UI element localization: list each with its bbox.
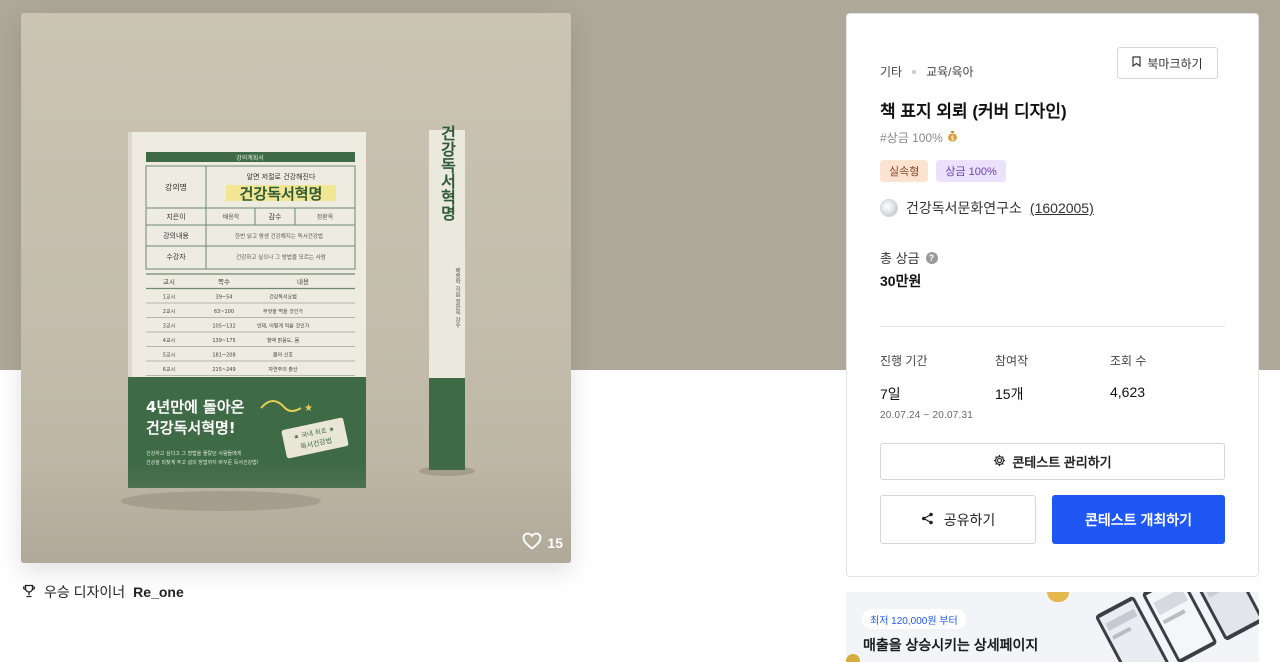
host-contest-label: 콘테스트 개최하기 <box>1085 511 1192 528</box>
stat-participants-value: 15개 <box>995 386 1024 402</box>
stat-participants: 참여작 15개 <box>995 352 1028 404</box>
cover-header-small: 강의계획서 <box>236 154 264 162</box>
schedule-cell: 1교시 <box>163 295 175 301</box>
stat-period-label: 진행 기간 <box>880 354 928 368</box>
prize-hashtag-text: #상금 100% <box>880 131 943 145</box>
host-contest-button[interactable]: 콘테스트 개최하기 <box>1052 495 1225 544</box>
breadcrumb-item-category[interactable]: 기타 <box>880 63 902 80</box>
cover-label-target: 수강자 <box>166 252 186 261</box>
ad-banner[interactable]: 최저 120,000원 부터 매출을 상승시키는 상세페이지 <box>846 592 1259 662</box>
like-count: 15 <box>547 534 563 551</box>
breadcrumb-item-subcategory[interactable]: 교육/육아 <box>926 63 974 80</box>
stat-views-label: 조회 수 <box>1110 354 1147 368</box>
prize-hashtag[interactable]: #상금 100% $ <box>880 129 958 146</box>
cover-band-desc-1: 건강하고 싶다고 그 방법을 몰랐던 사람들에게 <box>146 450 242 457</box>
winner-label: 우승 디자이너 <box>44 584 126 600</box>
trophy-icon <box>22 584 36 601</box>
artwork-floor-shading <box>21 463 571 563</box>
ad-headline: 매출을 상승시키는 상세페이지 <box>863 637 1039 653</box>
spine-title: 건강독서혁명 <box>438 125 457 222</box>
breadcrumb-separator <box>912 69 917 74</box>
schedule-cell: 5교시 <box>163 353 175 359</box>
ad-device-mockups <box>1095 592 1259 662</box>
gear-icon <box>993 454 1006 470</box>
manage-contest-button[interactable]: 콘테스트 관리하기 <box>880 443 1225 480</box>
cover-label-author: 지은이 <box>166 212 185 221</box>
schedule-cell: 39~54 <box>216 295 233 301</box>
cover-content-text: 한번 읽고 평생 건강해지는 독서건강법 <box>235 232 323 240</box>
schedule-cell: 무엇을 먹을 것인가 <box>263 308 303 315</box>
stat-views-value: 4,623 <box>1110 384 1146 400</box>
cover-author-name: 배용학 <box>223 213 240 221</box>
svg-text:★: ★ <box>304 403 313 414</box>
stat-views: 조회 수 4,623 <box>1110 352 1146 400</box>
schedule-header-cell: 쪽수 <box>218 278 230 286</box>
chip-prize-100: 상금 100% <box>936 160 1006 182</box>
cover-subtitle: 알면 저절로 건강해진다 <box>247 172 316 181</box>
schedule-cell: 105~132 <box>212 324 235 330</box>
total-prize-label-row: 총 상금 ? <box>880 248 938 267</box>
schedule-cell: 6교시 <box>163 367 175 373</box>
cover-label-content: 강의내용 <box>163 231 189 240</box>
contest-chips: 실속형 상금 100% <box>880 160 1006 182</box>
schedule-cell: 139~175 <box>212 338 235 344</box>
like-button[interactable]: 15 <box>522 532 563 553</box>
contest-info-card: 기타 교육/육아 북마크하기 책 표지 외뢰 (커버 디자인) #상금 100%… <box>846 13 1259 577</box>
divider <box>880 326 1225 327</box>
coin-decoration <box>1047 592 1069 602</box>
cover-band-headline-2: 건강독서혁명! <box>146 419 236 437</box>
cover-label-title: 강의명 <box>165 182 187 192</box>
host-profile[interactable]: 건강독서문화연구소 (1602005) <box>880 198 1094 218</box>
bookmark-label: 북마크하기 <box>1147 56 1203 71</box>
stat-period: 진행 기간 7일 20.07.24 ~ 20.07.31 <box>880 352 973 421</box>
avatar <box>880 199 898 217</box>
cover-supervisor-name: 정환옥 <box>317 213 334 221</box>
spine-author: 배용학 지음 정환옥 감수 <box>454 267 461 330</box>
total-prize-label: 총 상금 <box>880 251 920 266</box>
stat-period-value: 7일 <box>880 386 901 402</box>
schedule-cell: 언제, 어떻게 먹을 것인가 <box>257 323 310 330</box>
help-icon[interactable]: ? <box>925 251 938 264</box>
schedule-cell: 건강독서요법 <box>269 294 297 301</box>
chip-practical: 실속형 <box>880 160 929 182</box>
cover-label-supervisor: 감수 <box>269 213 282 221</box>
stat-period-range: 20.07.24 ~ 20.07.31 <box>880 410 974 421</box>
heart-icon <box>522 532 542 553</box>
schedule-cell: 3교시 <box>163 324 175 330</box>
bookmark-button[interactable]: 북마크하기 <box>1117 47 1218 79</box>
schedule-cell: 2교시 <box>163 309 175 315</box>
schedule-cell: 몸의 신호 <box>273 352 293 359</box>
winner-name[interactable]: Re_one <box>133 584 184 600</box>
cover-target-text: 건강하고 싶으나 그 방법을 모르는 사람 <box>236 253 326 261</box>
manage-contest-label: 콘테스트 관리하기 <box>1012 455 1112 470</box>
host-name: 건강독서문화연구소 <box>906 200 1022 216</box>
schedule-cell: 자연주의 출산 <box>268 366 298 373</box>
money-bag-icon: $ <box>947 130 958 145</box>
host-id-link[interactable]: (1602005) <box>1030 200 1094 216</box>
share-button[interactable]: 공유하기 <box>880 495 1036 544</box>
share-label: 공유하기 <box>943 511 996 528</box>
schedule-header-cell: 교시 <box>163 278 175 286</box>
winning-artwork-image[interactable]: 강의계획서 강의명 알면 저절로 건강해진다 건강독서혁명 지은이 배용학 감수… <box>21 13 571 563</box>
total-prize-value: 30만원 <box>880 273 922 289</box>
share-icon <box>921 512 934 528</box>
schedule-cell: 181~208 <box>212 353 235 359</box>
schedule-cell: 215~249 <box>212 367 235 373</box>
stat-participants-label: 참여작 <box>995 354 1029 368</box>
coin-decoration <box>846 654 860 662</box>
cover-band-headline-1: 4년만에 돌아온 <box>146 398 245 416</box>
bookmark-icon <box>1132 56 1141 70</box>
svg-text:$: $ <box>950 135 954 142</box>
schedule-cell: 4교시 <box>163 338 175 344</box>
ad-price-badge: 최저 120,000원 부터 <box>862 609 966 629</box>
schedule-cell: 63~100 <box>214 309 234 315</box>
schedule-cell: 혈액 맑음도, 몸 <box>267 337 300 344</box>
breadcrumb: 기타 교육/육아 <box>880 63 974 80</box>
schedule-header-cell: 내용 <box>297 277 309 286</box>
cover-book-title: 건강독서혁명 <box>240 185 323 203</box>
contest-title: 책 표지 외뢰 (커버 디자인) <box>880 102 1067 121</box>
winner-designer: 우승 디자이너 Re_one <box>22 582 184 602</box>
